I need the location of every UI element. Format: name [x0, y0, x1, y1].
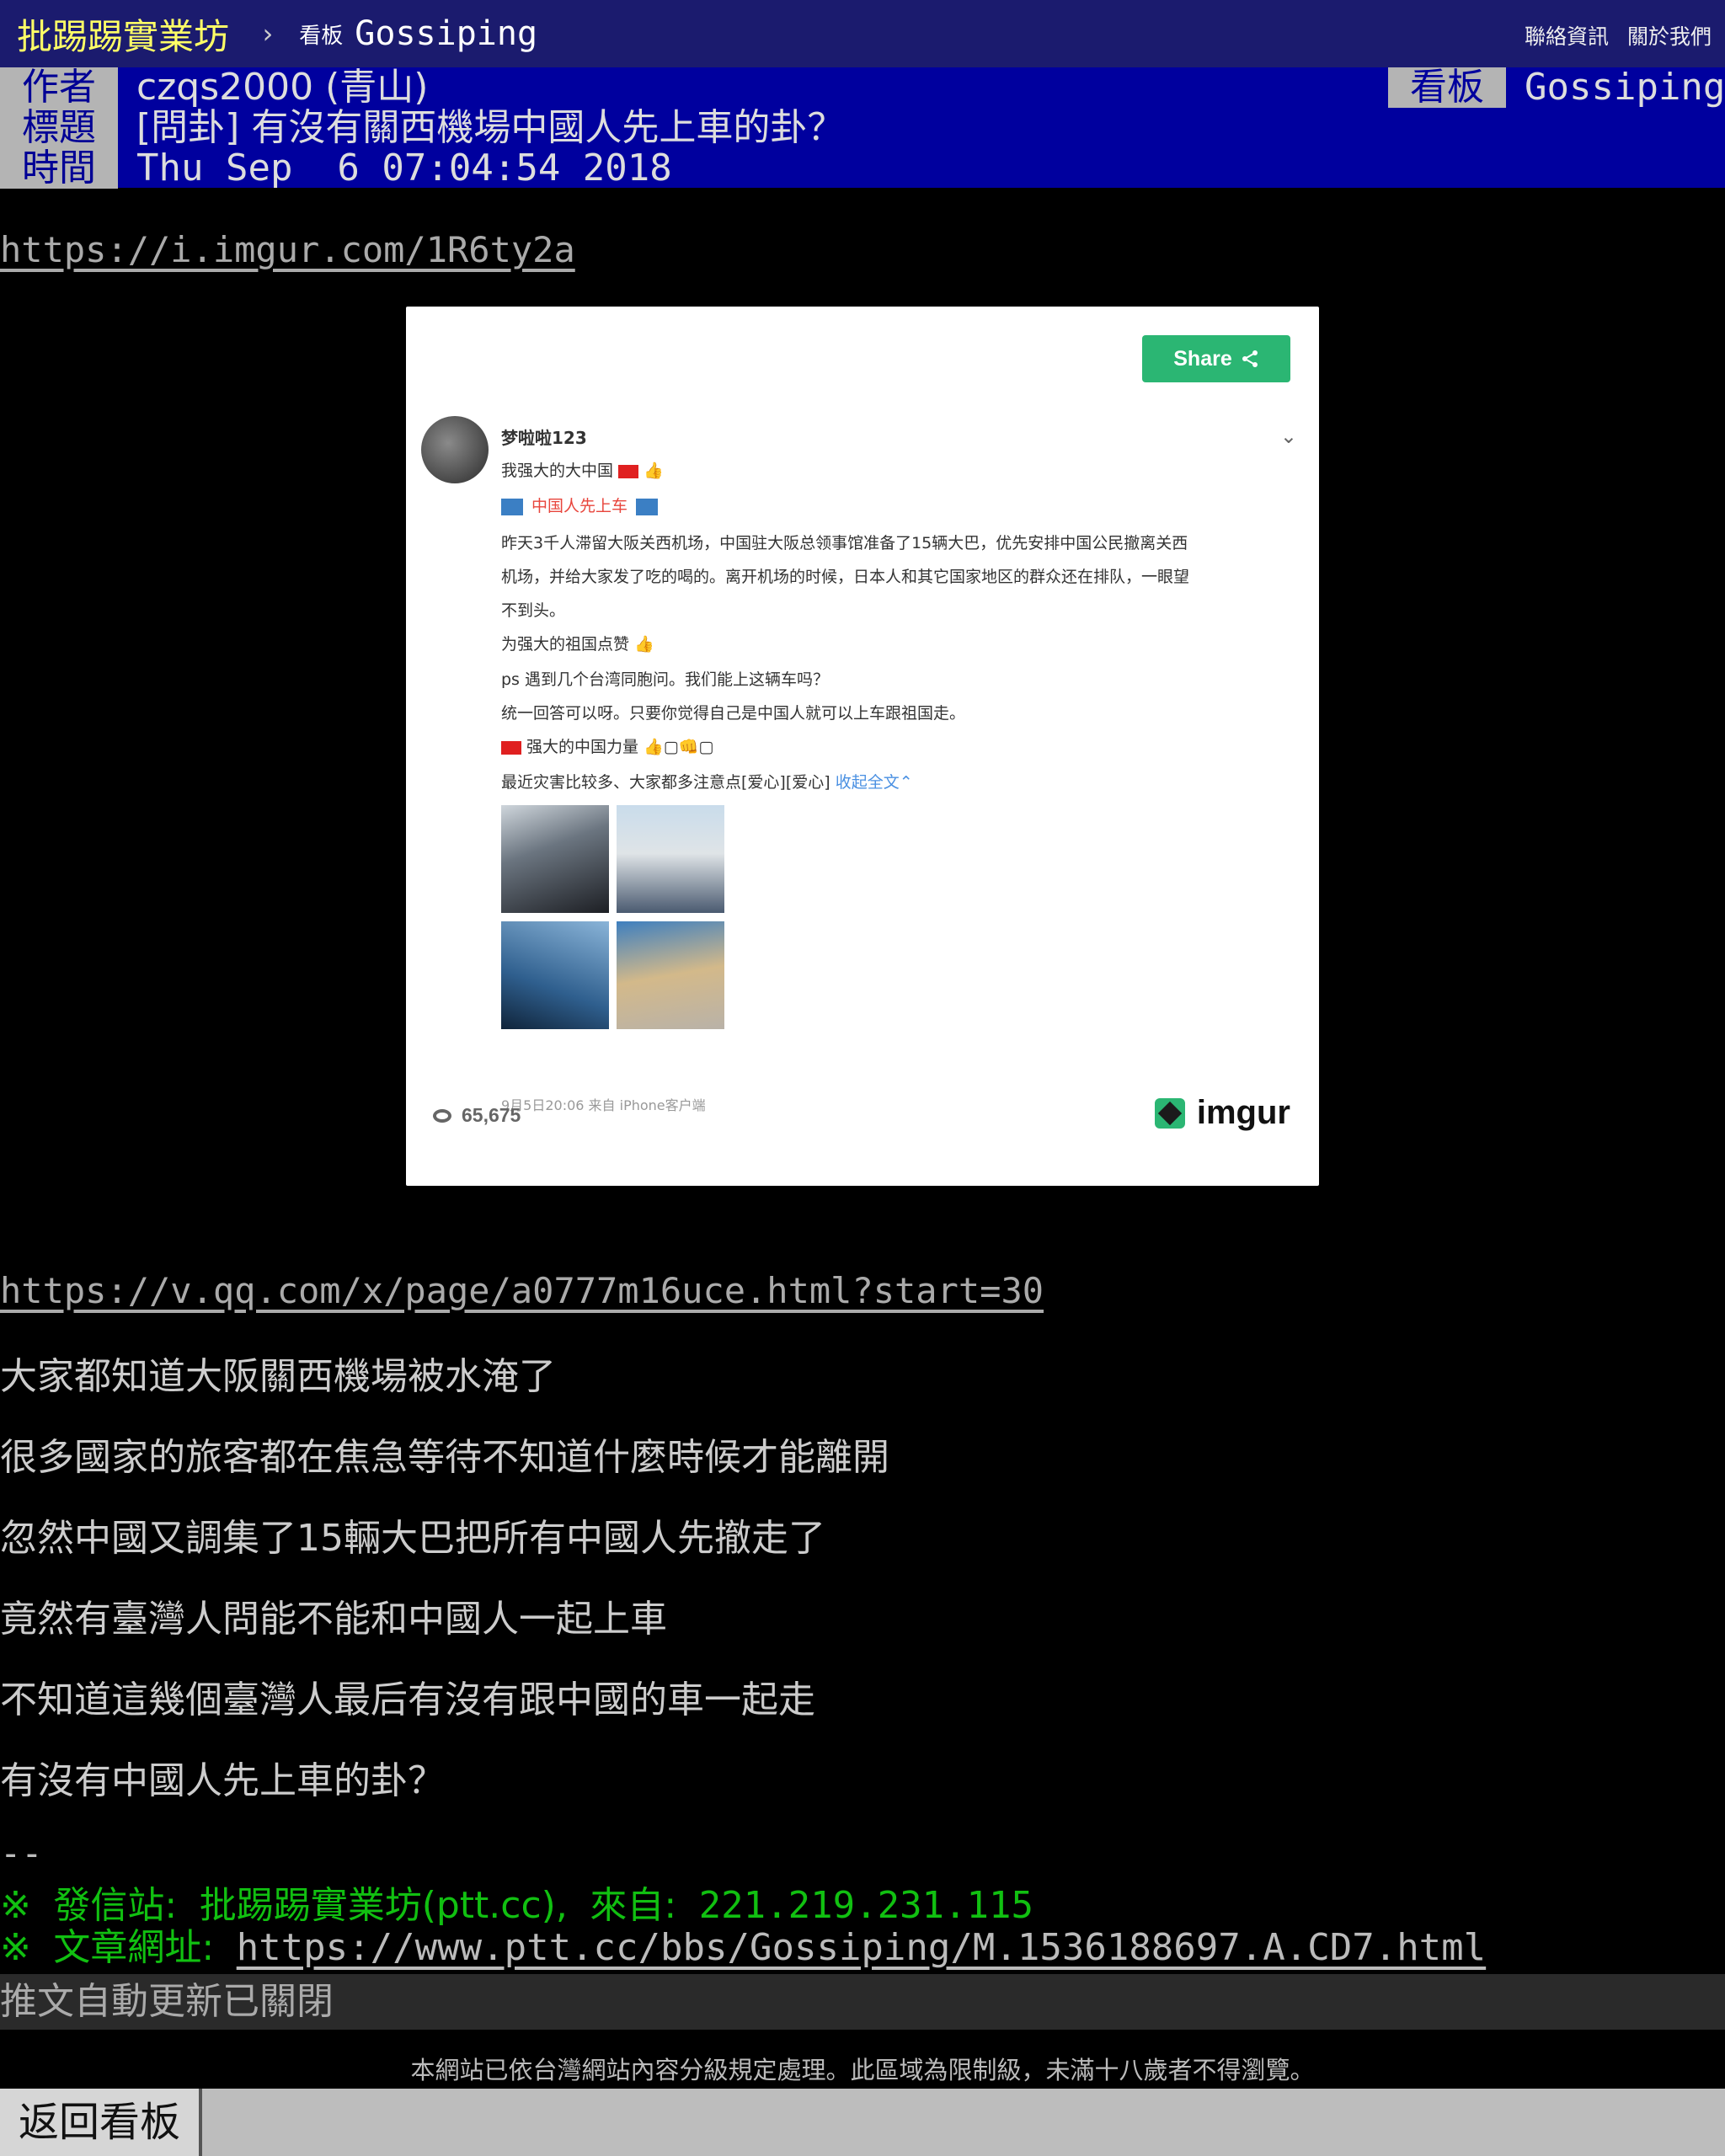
bottom-bar: 返回看板: [0, 2089, 1725, 2156]
about-link[interactable]: 關於我們: [1627, 20, 1712, 51]
contact-link[interactable]: 聯絡資訊: [1525, 20, 1609, 51]
tag-icon: [501, 498, 523, 515]
article-meta: 作者 czqs2000 (青山) 標題 [問卦] 有沒有關西機場中國人先上車的卦…: [0, 66, 1725, 189]
weibo-answer: 统一回答可以呀。只要你觉得自己是中国人就可以上车跟祖国走。: [501, 704, 966, 723]
site-name-link[interactable]: 批踢踢實業坊: [17, 8, 229, 60]
signature-mark: ※: [0, 1926, 31, 1969]
imgur-logo[interactable]: imgur: [1154, 1094, 1290, 1132]
imgur-logo-text: imgur: [1196, 1094, 1290, 1131]
weibo-para-1: 昨天3千人滞留大阪关西机场，中国驻大阪总领事馆准备了15辆大巴，优先安排中国公民…: [501, 534, 1188, 552]
signature-separator: --: [0, 1833, 43, 1874]
body-line-5: 不知道這幾個臺灣人最后有沒有跟中國的車一起走: [0, 1678, 815, 1721]
board-tag-value: Gossiping: [1525, 66, 1725, 109]
body-line-1: 大家都知道大阪關西機場被水淹了: [0, 1355, 556, 1398]
thumbs-up-icon: 👍▢👊▢: [644, 738, 714, 756]
title-value: [問卦] 有沒有關西機場中國人先上車的卦？: [136, 106, 845, 149]
photo-bus: [617, 805, 724, 913]
rating-notice: 本網站已依台灣網站內容分級規定處理。此區域為限制級，未滿十八歲者不得瀏覽。: [410, 2056, 1315, 2084]
share-icon: [1242, 350, 1258, 367]
share-label: Share: [1173, 346, 1232, 371]
weibo-topic-tag: 中国人先上车: [531, 497, 628, 515]
imgur-embed[interactable]: Share 梦啦啦123 ⌄ 我强大的大中国 👍 中国人先上车 昨天3千人滞留大…: [406, 307, 1319, 1186]
url-label: 文章網址:: [53, 1926, 215, 1969]
author-value: czqs2000 (青山): [136, 66, 429, 109]
push-status-bar: 推文自動更新已關閉: [0, 1974, 1725, 2030]
top-right-links: 聯絡資訊 關於我們: [1525, 20, 1712, 51]
photo-window: [501, 921, 609, 1029]
thumbs-up-icon: 👍: [634, 635, 654, 654]
weibo-power: 强大的中国力量: [526, 738, 639, 756]
weibo-para-3: 不到头。: [501, 601, 566, 620]
weibo-line-1: 我强大的大中国: [501, 462, 614, 480]
title-label: 標題: [0, 108, 118, 148]
photo-crowd: [501, 805, 609, 913]
thumbs-up-icon: 👍: [644, 462, 664, 480]
body-line-6: 有沒有中國人先上車的卦？: [0, 1759, 445, 1802]
view-count: 65,675: [433, 1104, 521, 1127]
avatar: [421, 416, 489, 483]
flag-icon: [618, 464, 639, 478]
body-line-4: 竟然有臺灣人問能不能和中國人一起上車: [0, 1598, 667, 1641]
imgur-mark-icon: [1154, 1097, 1185, 1129]
share-button[interactable]: Share: [1142, 335, 1290, 382]
body-line-2: 很多國家的旅客都在焦急等待不知道什麼時候才能離開: [0, 1436, 889, 1479]
weibo-last: 最近灾害比较多、大家都多注意点[爱心][爱心]: [501, 773, 830, 792]
weibo-para-2: 机场，并给大家发了吃的喝的。离开机场的时候，日本人和其它国家地区的群众还在排队，…: [501, 568, 1190, 586]
flag-icon: [501, 740, 521, 755]
video-link[interactable]: https://v.qq.com/x/page/a0777m16uce.html…: [0, 1270, 1044, 1311]
signature-url: ※ 文章網址: https://www.ptt.cc/bbs/Gossiping…: [0, 1917, 1486, 1971]
imgur-link[interactable]: https://i.imgur.com/1R6ty2a: [0, 229, 575, 270]
weibo-username: 梦啦啦123: [501, 428, 587, 448]
board-tag-label: 看板: [1388, 67, 1506, 108]
board-name-link[interactable]: Gossiping: [355, 14, 537, 53]
top-nav-bar: 批踢踢實業坊 › 看板 Gossiping 聯絡資訊 關於我們: [0, 0, 1725, 67]
time-value: Thu Sep 6 07:04:54 2018: [136, 147, 672, 189]
time-label: 時間: [0, 148, 118, 189]
weibo-post-screenshot: 梦啦啦123 ⌄ 我强大的大中国 👍 中国人先上车 昨天3千人滞留大阪关西机场，…: [421, 416, 1297, 1113]
breadcrumb-separator: ›: [259, 18, 276, 50]
back-to-board-button[interactable]: 返回看板: [0, 2089, 202, 2156]
eye-icon: [433, 1108, 451, 1123]
collapse-link: 收起全文⌃: [835, 773, 913, 792]
board-label: 看板: [299, 23, 344, 49]
body-line-3: 忽然中國又調集了15輛大巴把所有中國人先撤走了: [0, 1517, 825, 1560]
photo-box: [617, 921, 724, 1029]
weibo-post-meta: 9月5日20:06 来自 iPhone客户端: [501, 1097, 706, 1113]
weibo-ps: ps 遇到几个台湾同胞问。我们能上这辆车吗？: [501, 670, 830, 689]
chevron-down-icon: ⌄: [1279, 424, 1297, 448]
view-count-value: 65,675: [462, 1104, 521, 1126]
weibo-praise: 为强大的祖国点赞: [501, 635, 630, 654]
article-url-link[interactable]: https://www.ptt.cc/bbs/Gossiping/M.15361…: [237, 1926, 1486, 1969]
tag-icon: [636, 498, 659, 515]
author-label: 作者: [0, 67, 118, 108]
